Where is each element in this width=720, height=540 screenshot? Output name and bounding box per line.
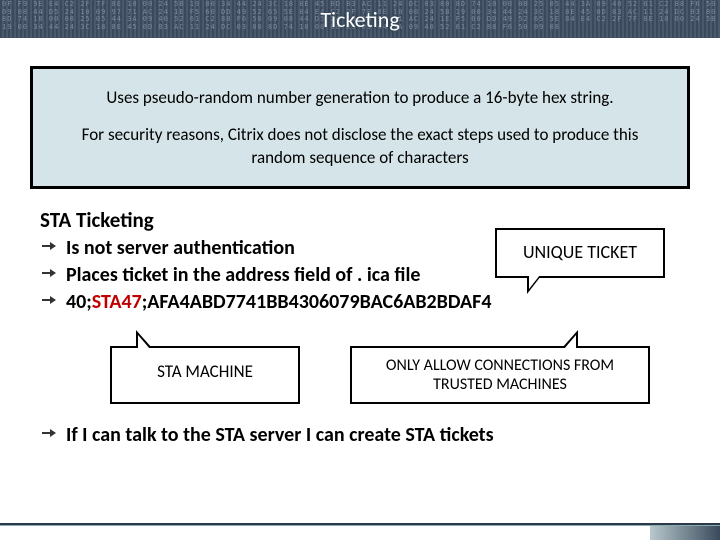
bullet-item: Is not server authentication [40, 235, 680, 262]
callout-row: STA MACHINE ONLY ALLOW CONNECTIONS FROM … [110, 346, 680, 404]
slide-header: 0F F9 9E E4 C2 2F 7F 8E 10 00 24 5B 19 0… [0, 0, 720, 38]
arrow-bullet-icon [42, 268, 56, 280]
callout-trusted-machines: ONLY ALLOW CONNECTIONS FROM TRUSTED MACH… [350, 346, 650, 404]
arrow-bullet-icon [42, 295, 56, 307]
slide-title: Ticketing [320, 6, 399, 33]
arrow-bullet-icon [42, 428, 56, 440]
callout-sta-machine: STA MACHINE [110, 346, 300, 404]
info-box: Uses pseudo-random number generation to … [30, 66, 690, 189]
bullet-item-ticket: 40;STA47;AFA4ABD7741BB4306079BAC6AB2BDAF… [40, 289, 680, 316]
main-content: STA Ticketing Is not server authenticati… [0, 207, 720, 449]
info-line-1: Uses pseudo-random number generation to … [53, 87, 667, 110]
arrow-bullet-icon [42, 241, 56, 253]
ticket-sta-id: STA47 [92, 290, 142, 314]
bullet-list: Is not server authentication Places tick… [40, 235, 680, 316]
bullet-item: If I can talk to the STA server I can cr… [40, 422, 680, 449]
section-heading: STA Ticketing [40, 207, 680, 233]
final-bullet-list: If I can talk to the STA server I can cr… [40, 422, 680, 449]
footer-divider [0, 523, 720, 526]
footer-accent [650, 526, 720, 540]
bullet-item: Places ticket in the address field of . … [40, 262, 680, 289]
ticket-hex: ;AFA4ABD7741BB4306079BAC6AB2BDAF4 [142, 290, 492, 314]
info-line-2: For security reasons, Citrix does not di… [53, 124, 667, 170]
ticket-prefix: 40; [66, 290, 92, 314]
